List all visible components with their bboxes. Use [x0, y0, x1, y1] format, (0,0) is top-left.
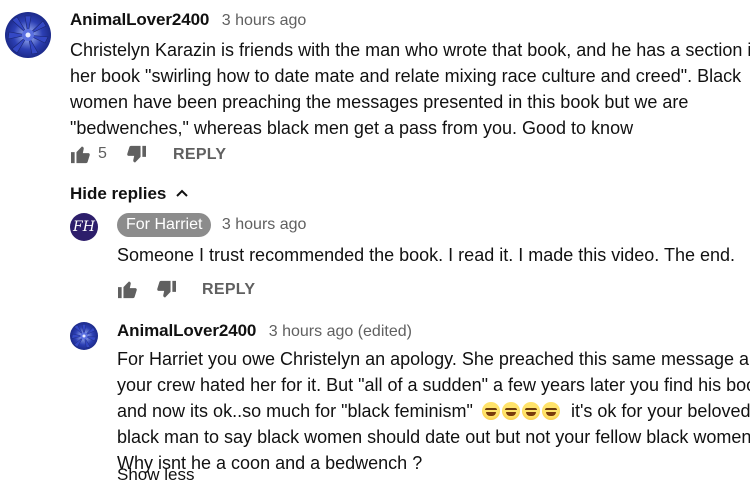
reply-button[interactable]: REPLY [202, 281, 255, 299]
hide-replies-toggle[interactable]: Hide replies [70, 184, 189, 204]
laughing-emoji-icon [481, 402, 500, 420]
dislike-button[interactable] [155, 280, 177, 300]
reply-text: Someone I trust recommended the book. I … [117, 245, 736, 265]
thumbs-down-icon [157, 280, 176, 298]
show-less-link[interactable]: Show less [117, 465, 194, 485]
cornflower-icon [7, 15, 49, 55]
reply-timestamp[interactable]: 3 hours ago (edited) [269, 323, 412, 340]
laughing-emoji-icon [541, 402, 560, 420]
comment-timestamp[interactable]: 3 hours ago [222, 12, 307, 29]
thumbs-up-icon [71, 146, 90, 164]
commenter-avatar[interactable] [5, 12, 51, 58]
dislike-button[interactable] [125, 145, 147, 165]
commenter-avatar[interactable] [70, 322, 98, 350]
like-count: 5 [98, 145, 107, 162]
channel-owner-badge[interactable]: For Harriet [117, 213, 212, 237]
like-button[interactable] [117, 279, 139, 299]
cornflower-icon [71, 324, 97, 348]
reply-timestamp[interactable]: 3 hours ago [222, 216, 307, 233]
hide-replies-label: Hide replies [70, 184, 167, 203]
like-button[interactable] [70, 144, 92, 164]
laughing-emoji-icon [501, 402, 520, 420]
laughing-emoji-icon [521, 402, 540, 420]
reply-button[interactable]: REPLY [173, 146, 226, 164]
reply-author[interactable]: AnimalLover2400 [117, 321, 256, 340]
comment-author[interactable]: AnimalLover2400 [70, 10, 209, 29]
reply-text: For Harriet you owe Christelyn an apolog… [117, 349, 750, 473]
chevron-up-icon [176, 189, 188, 197]
thumbs-up-icon [118, 281, 137, 299]
comment-text: Christelyn Karazin is friends with the m… [70, 40, 750, 138]
channel-avatar[interactable]: FH [70, 213, 98, 241]
laughing-emoji-icons [481, 401, 567, 421]
thumbs-down-icon [127, 145, 146, 163]
